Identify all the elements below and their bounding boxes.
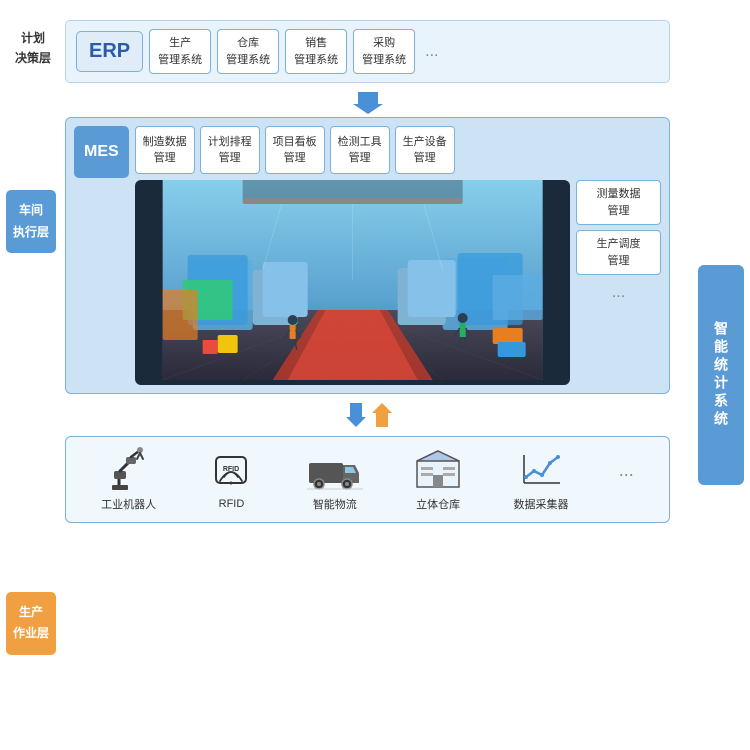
logistics-label: 智能物流 — [313, 496, 357, 512]
mes-badge: MES — [74, 126, 129, 178]
mes-right-module-1: 测量数据 管理 — [576, 180, 661, 225]
warehouse-icon — [413, 447, 463, 491]
factory-scene — [135, 180, 570, 385]
arrow-mes-prod — [65, 401, 670, 429]
erp-section: ERP 生产 管理系统 仓库 管理系统 销售 管理系统 采购 管理系统 ... — [65, 20, 670, 83]
datacollector-icon — [516, 447, 566, 491]
truck-icon — [307, 447, 363, 491]
left-jihua-label: 计划 决策层 — [8, 28, 58, 69]
production-section: 工业机器人 RFID RFID — [65, 436, 670, 523]
svg-text:RFID: RFID — [223, 466, 239, 473]
down-arrow-svg — [353, 92, 383, 114]
right-label-text: 智能统计系统 — [711, 321, 731, 429]
mes-module-4: 检测工具 管理 — [330, 126, 390, 174]
bidir-arrow-svg — [338, 401, 398, 429]
robot-label: 工业机器人 — [101, 496, 156, 512]
mes-right-module-2: 生产调度 管理 — [576, 230, 661, 275]
production-item-robot: 工业机器人 — [101, 447, 156, 512]
left-chejian-label: 车间 执行层 — [6, 190, 56, 253]
erp-module-2: 仓库 管理系统 — [217, 29, 279, 74]
mes-module-5: 生产设备 管理 — [395, 126, 455, 174]
right-system-label: 智能统计系统 — [698, 265, 744, 485]
rfid-icon: RFID — [206, 449, 256, 493]
erp-badge: ERP — [76, 31, 143, 72]
mes-right-modules: 测量数据 管理 生产调度 管理 ... — [576, 180, 661, 385]
erp-module-3: 销售 管理系统 — [285, 29, 347, 74]
robot-icon — [104, 447, 154, 491]
production-item-rfid: RFID RFID — [206, 449, 256, 510]
mes-section: MES 制造数据 管理 计划排程 管理 项目看板 管理 检测工具 管理 — [65, 117, 670, 394]
warehouse-label: 立体仓库 — [416, 496, 460, 512]
production-item-logistics: 智能物流 — [307, 447, 363, 512]
factory-scene-svg — [135, 180, 570, 380]
arrow-erp-to-mes — [65, 92, 670, 114]
rfid-label: RFID — [219, 498, 245, 510]
jihua-text: 计划 决策层 — [15, 31, 51, 65]
mes-module-3: 项目看板 管理 — [265, 126, 325, 174]
erp-module-1: 生产 管理系统 — [149, 29, 211, 74]
shengchan-text: 生产 作业层 — [13, 605, 49, 641]
mes-module-1: 制造数据 管理 — [135, 126, 195, 174]
chejian-text: 车间 执行层 — [13, 203, 49, 239]
erp-module-4: 采购 管理系统 — [353, 29, 415, 74]
production-item-warehouse: 立体仓库 — [413, 447, 463, 512]
mes-right-dots: ... — [576, 280, 661, 306]
left-shengchan-label: 生产 作业层 — [6, 592, 56, 655]
production-dots: ... — [619, 460, 634, 499]
erp-dots: ... — [421, 43, 442, 61]
production-item-datacollector: 数据采集器 — [513, 447, 568, 512]
datacollector-label: 数据采集器 — [513, 496, 568, 512]
mes-module-2: 计划排程 管理 — [200, 126, 260, 174]
page-container: 计划 决策层 车间 执行层 生产 作业层 智能统计系统 ERP 生产 管理系统 … — [0, 0, 750, 750]
